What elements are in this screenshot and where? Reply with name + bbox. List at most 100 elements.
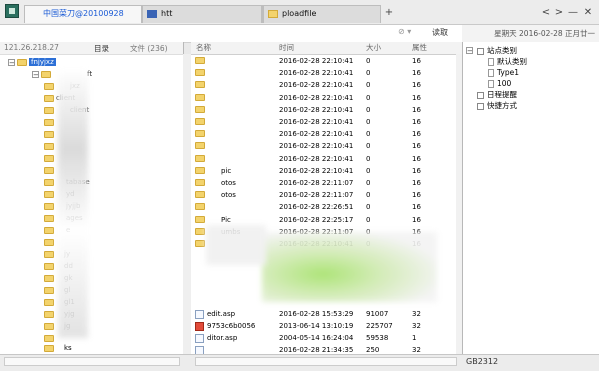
collapse-icon[interactable]: − [32,70,39,78]
page-icon [488,80,494,88]
folder-icon [44,238,54,246]
tree-root[interactable]: − fnjyjxz [8,56,56,68]
tree-hscrollbar[interactable] [4,357,180,366]
close-button[interactable]: ✕ [582,7,594,19]
table-row[interactable]: 2016-02-28 22:10:41 0 16 [191,141,462,152]
tab-main[interactable]: 中国菜刀@20100928 [24,5,142,23]
row-time: 2016-02-28 22:10:41 [279,57,354,65]
folder-icon [44,344,54,352]
table-row[interactable]: edit.asp 2016-02-28 15:53:29 91007 32 [191,309,462,320]
category-item[interactable]: 站点类别 [477,45,517,56]
col-attr[interactable]: 属性 [412,42,427,54]
redaction-blur [262,232,437,302]
folder-icon [268,10,278,18]
tree-node[interactable] [44,236,56,248]
tree-header: 121.26.218.27 目录 文件 (236) [0,42,183,55]
row-time: 2016-02-28 22:10:41 [279,130,354,139]
table-row[interactable]: 2016-02-28 22:10:41 0 16 [191,68,462,79]
category-item[interactable]: Type1 [488,67,519,78]
folder-icon [44,334,54,342]
tree-node[interactable] [44,140,56,152]
collapse-icon[interactable]: − [8,58,15,66]
page-icon [488,69,494,77]
row-attr: 16 [412,154,421,163]
minimize-button[interactable]: — [567,7,579,19]
table-row[interactable]: 2016-02-28 22:10:41 0 16 [191,93,462,104]
page-icon [488,58,494,66]
tree-node[interactable] [44,152,56,164]
new-tab-button[interactable]: + [383,7,395,19]
table-row[interactable]: ditor.asp 2004-05-14 16:24:04 59538 1 [191,333,462,344]
category-item[interactable]: 默认类别 [488,56,527,67]
row-time: 2016-02-28 22:10:41 [279,154,354,163]
table-row[interactable]: Pic 2016-02-28 22:25:17 0 16 [191,215,462,226]
row-size: 0 [366,215,371,224]
next-tab-icon[interactable]: > [553,7,565,19]
row-size: 91007 [366,310,389,318]
tree-node[interactable] [44,164,56,176]
folder-icon [195,191,205,199]
row-attr: 32 [412,310,421,318]
table-row[interactable]: 2016-02-28 22:10:41 0 16 [191,154,462,165]
globe-icon [147,10,157,18]
folder-icon [44,214,54,222]
row-size: 0 [366,166,371,175]
row-attr: 16 [412,93,421,102]
row-size: 0 [366,105,371,114]
folder-icon [44,82,54,90]
category-label: 默认类别 [497,57,527,66]
tree-scrollbar[interactable] [183,54,191,354]
col-name[interactable]: 名称 [196,42,211,54]
table-row[interactable]: pic 2016-02-28 22:10:41 0 16 [191,166,462,177]
col-time[interactable]: 时间 [279,42,294,54]
row-time: 2016-02-28 22:10:41 [279,105,354,114]
row-size: 0 [366,154,371,163]
folder-icon [44,226,54,234]
folder-icon [195,118,205,125]
folder-icon [195,142,205,150]
col-size[interactable]: 大小 [366,42,381,54]
table-row[interactable]: 2016-02-28 22:10:41 0 16 [191,117,462,128]
folder-icon [44,262,54,270]
address-input[interactable] [4,27,388,41]
file-icon [195,322,204,331]
row-attr: 16 [412,203,421,212]
table-row[interactable]: 2016-02-28 22:10:41 0 16 [191,105,462,116]
directory-tree [0,42,184,354]
tab-2[interactable]: htt [142,5,262,23]
encoding-label: GB2312 [466,357,499,366]
table-row[interactable]: 2016-02-28 22:10:41 0 16 [191,129,462,140]
tree-node[interactable]: ks [44,342,72,354]
row-size: 0 [366,81,371,90]
tab-upload[interactable]: ploadfile [263,5,381,23]
row-time: 2016-02-28 22:26:51 [279,203,354,212]
tree-node[interactable] [44,116,56,128]
table-row[interactable]: 2016-02-28 22:10:41 0 16 [191,56,462,67]
category-item[interactable]: 100 [488,78,511,89]
row-time: 2016-02-28 22:10:41 [279,81,354,90]
row-size: 0 [366,57,371,65]
row-name: Pic [221,215,231,224]
category-label: 快捷方式 [487,101,517,110]
category-item[interactable]: 快捷方式 [477,100,517,111]
category-item[interactable]: 日程提醒 [477,89,517,100]
table-row[interactable]: 9753c6b0056 2013-06-14 13:10:19 225707 32 [191,321,462,332]
table-row[interactable]: 2016-02-28 22:10:41 0 16 [191,80,462,91]
folder-icon [44,298,54,306]
list-hscrollbar[interactable] [195,357,457,366]
folder-icon [44,130,54,138]
dropdown-icon[interactable]: ⊘ ▾ [398,27,411,36]
expand-icon[interactable]: − [466,44,475,55]
row-name: edit.asp [207,310,236,318]
tab-label: htt [161,9,173,18]
row-attr: 16 [412,69,421,78]
table-row[interactable]: 2016-02-28 22:26:51 0 16 [191,202,462,213]
read-button[interactable]: 读取 [432,27,448,38]
row-name: otos [221,191,236,200]
row-attr: 32 [412,322,421,330]
folder-icon [195,166,205,174]
table-row[interactable]: otos 2016-02-28 22:11:07 0 16 [191,190,462,201]
prev-tab-icon[interactable]: < [540,7,552,19]
table-row[interactable]: otos 2016-02-28 22:11:07 0 16 [191,178,462,189]
tree-node[interactable] [44,128,56,140]
